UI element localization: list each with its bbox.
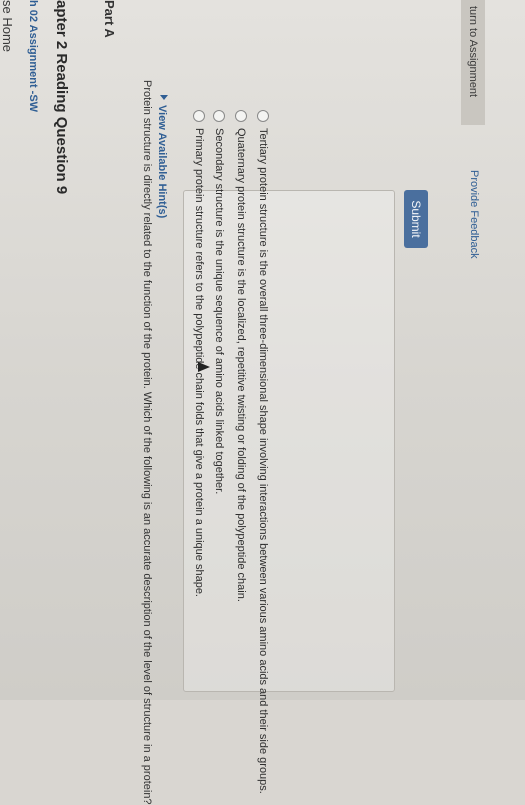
return-to-assignment-button[interactable]: turn to Assignment: [461, 0, 485, 125]
answer-choice[interactable]: Quaternary protein structure is the loca…: [235, 110, 247, 602]
answer-choice[interactable]: Secondary structure is the unique sequen…: [213, 110, 225, 494]
submit-button[interactable]: Submit: [404, 190, 428, 248]
radio-button[interactable]: [193, 110, 205, 122]
radio-button[interactable]: [213, 110, 225, 122]
answer-choice-label: Quaternary protein structure is the loca…: [235, 128, 247, 602]
answer-choice[interactable]: Primary protein structure refers to the …: [193, 110, 205, 597]
answer-choice-label: Tertiary protein structure is the overal…: [257, 128, 269, 794]
radio-button[interactable]: [257, 110, 269, 122]
course-home-link[interactable]: se Home: [0, 0, 15, 52]
mouse-cursor-icon: [198, 362, 210, 372]
screen: se Home h 02 Assignment -SW apter 2 Read…: [0, 0, 525, 805]
radio-button[interactable]: [235, 110, 247, 122]
question-title: apter 2 Reading Question 9: [53, 0, 70, 195]
answer-choice[interactable]: Tertiary protein structure is the overal…: [257, 110, 269, 794]
answer-choice-label: Secondary structure is the unique sequen…: [213, 128, 225, 495]
expand-triangle-icon: [160, 95, 168, 100]
view-hints-label: View Available Hint(s): [156, 105, 168, 219]
provide-feedback-link[interactable]: Provide Feedback: [468, 170, 480, 259]
view-hints-link[interactable]: View Available Hint(s): [156, 95, 168, 218]
assignment-page: se Home h 02 Assignment -SW apter 2 Read…: [0, 0, 525, 805]
assignment-breadcrumb[interactable]: h 02 Assignment -SW: [27, 0, 39, 112]
part-label: Part A: [102, 0, 117, 38]
question-prompt: Protein structure is directly related to…: [141, 80, 153, 805]
